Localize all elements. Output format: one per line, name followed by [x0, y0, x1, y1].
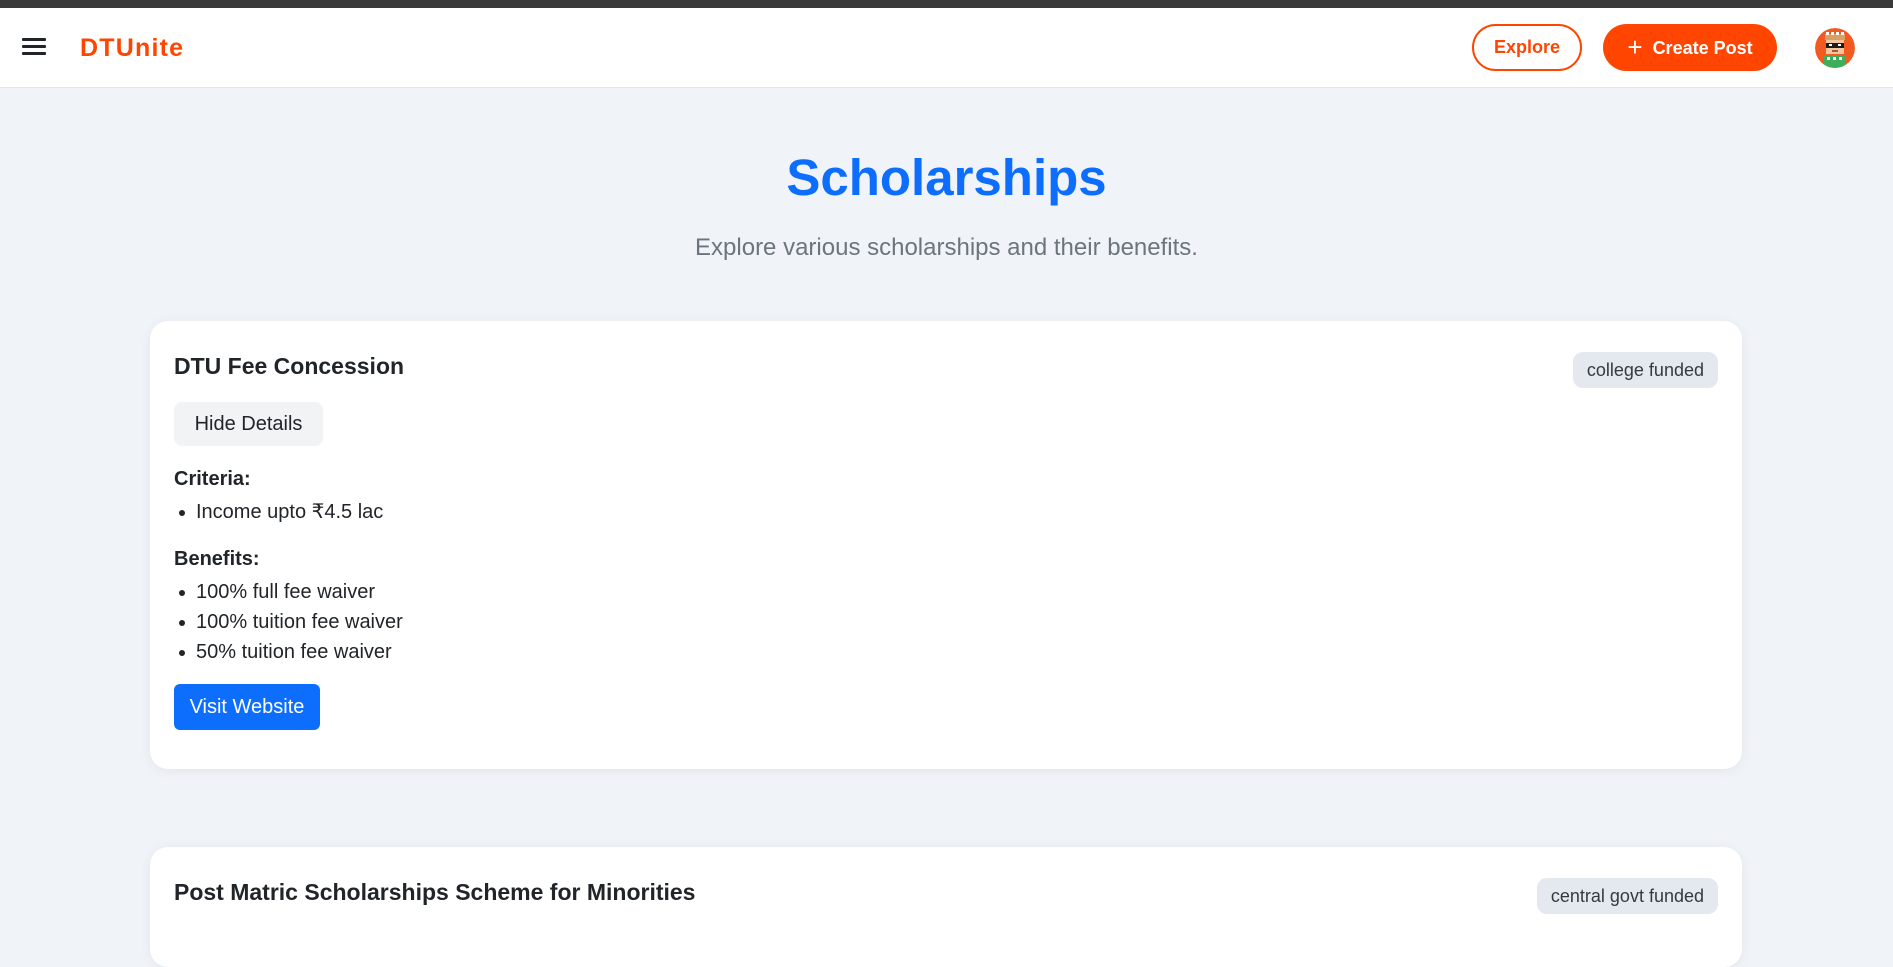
visit-website-button[interactable]: Visit Website	[174, 684, 320, 730]
create-post-button[interactable]: + Create Post	[1603, 24, 1777, 71]
benefit-item: 100% full fee waiver	[174, 577, 403, 607]
user-avatar[interactable]	[1815, 28, 1855, 68]
page-subtitle: Explore various scholarships and their b…	[695, 234, 1198, 261]
criteria-heading: Criteria:	[174, 468, 251, 490]
funding-badge: central govt funded	[1536, 878, 1718, 914]
scholarship-card: Post Matric Scholarships Scheme for Mino…	[150, 847, 1742, 967]
benefits-list: 100% full fee waiver 100% tuition fee wa…	[174, 577, 403, 667]
browser-top-strip	[0, 0, 1893, 8]
brand-logo-link[interactable]: DTUnite	[80, 32, 184, 64]
plus-icon: +	[1627, 32, 1643, 62]
criteria-item: Income upto ₹4.5 lac	[174, 497, 383, 527]
page-title: Scholarships	[786, 149, 1107, 206]
scholarship-card: DTU Fee Concession college funded Hide D…	[150, 321, 1742, 769]
pixel-avatar-icon	[1815, 28, 1855, 68]
benefit-item: 50% tuition fee waiver	[174, 637, 403, 667]
criteria-list: Income upto ₹4.5 lac	[174, 497, 383, 527]
navbar: DTUnite Explore + Create Post	[0, 8, 1893, 88]
scholarship-title: Post Matric Scholarships Scheme for Mino…	[174, 879, 696, 905]
benefit-item: 100% tuition fee waiver	[174, 607, 403, 637]
hide-details-button[interactable]: Hide Details	[174, 402, 323, 446]
create-post-label: Create Post	[1652, 38, 1753, 58]
benefits-heading: Benefits:	[174, 548, 260, 570]
explore-button[interactable]: Explore	[1472, 24, 1582, 71]
hamburger-menu-icon[interactable]	[22, 37, 46, 57]
funding-badge: college funded	[1572, 352, 1718, 388]
scholarship-title: DTU Fee Concession	[174, 353, 405, 379]
